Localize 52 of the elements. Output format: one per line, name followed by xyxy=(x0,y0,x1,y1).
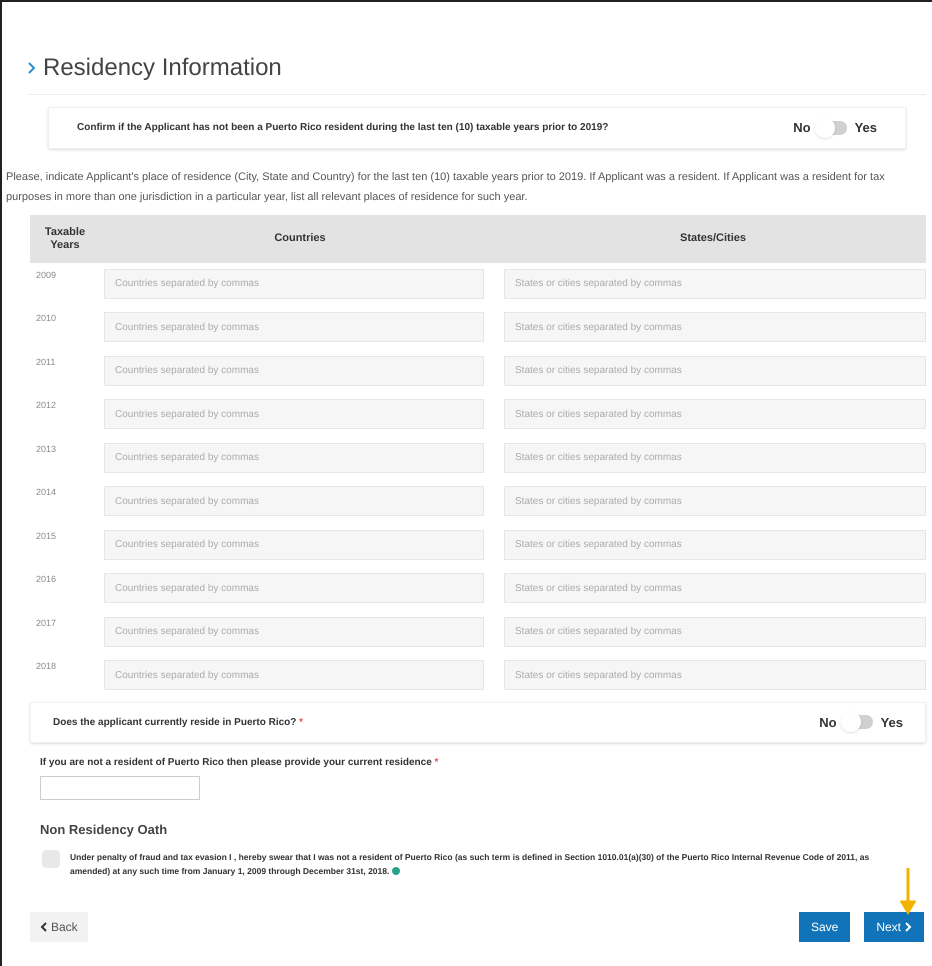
residence-field[interactable] xyxy=(40,776,200,800)
states-field[interactable]: States or cities separated by commas xyxy=(504,660,926,690)
year-cell-text: 2012 xyxy=(35,399,58,412)
states-field[interactable]: States or cities separated by commas xyxy=(504,530,926,560)
chevron-right-icon xyxy=(905,922,912,932)
info-icon xyxy=(392,867,400,876)
year-cell-text: 2015 xyxy=(35,530,58,542)
section-title: Residency Information xyxy=(43,53,282,83)
column-header: Taxable Years xyxy=(44,226,86,252)
states-field[interactable]: States or cities separated by commas xyxy=(504,268,926,298)
countries-field[interactable]: Countries separated by commas xyxy=(104,442,484,472)
column-header: Countries xyxy=(273,231,327,246)
countries-field[interactable]: Countries separated by commas xyxy=(104,486,484,516)
countries-field[interactable]: Countries separated by commas xyxy=(104,268,484,298)
chevron-left-icon xyxy=(40,922,47,932)
countries-field[interactable]: Countries separated by commas xyxy=(104,399,484,429)
instructions-text: Please, indicate Applicant's place of residence (City, State and Country) for the last ten (10) taxable years prior to 2019. If Applicant was a resident. If Applicant was a resident for tax purposes in more than one jurisdiction in a particular year, list all relevant places of residence for such year. xyxy=(6,170,886,204)
countries-field[interactable]: Countries separated by commas xyxy=(104,616,484,646)
year-cell-text: 2011 xyxy=(35,356,56,368)
no-label: No xyxy=(819,714,837,732)
yes-label: Yes xyxy=(854,119,877,137)
year-cell-text: 2009 xyxy=(35,268,58,282)
chevron-icon xyxy=(28,62,35,74)
year-cell-text: 2010 xyxy=(35,312,58,325)
column-header: States/Cities xyxy=(678,231,748,246)
year-cell-text: 2018 xyxy=(35,660,58,673)
save-button[interactable]: Save xyxy=(798,912,850,942)
question-label: Confirm if the Applicant has not been a Puerto Rico resident during the last ten (10) taxable years prior to 2019? xyxy=(77,121,608,136)
next-button[interactable]: Next xyxy=(864,912,924,942)
oath-text: Under penalty of fraud and tax evasion I , hereby swear that I was not a resident of Puerto Rico (as such term is defined in Section 1010.01(a)(30) of the Puerto Rico Internal Revenue Code of 2011, as amended) at any such time from January 1, 2009 through December 31st, 2018. xyxy=(70,850,870,878)
states-field[interactable]: States or cities separated by commas xyxy=(504,312,926,342)
countries-field[interactable]: Countries separated by commas xyxy=(104,573,484,603)
oath-heading: Non Residency Oath xyxy=(40,821,168,839)
back-button[interactable]: Back xyxy=(30,912,88,942)
no-label: No xyxy=(793,119,811,137)
countries-field[interactable]: Countries separated by commas xyxy=(104,660,484,690)
year-cell-text: 2014 xyxy=(35,486,58,499)
year-cell-text: 2017 xyxy=(35,616,58,630)
question-label: Does the applicant currently reside in Puerto Rico? * xyxy=(53,716,304,730)
yes-label: Yes xyxy=(880,714,903,732)
states-field[interactable]: States or cities separated by commas xyxy=(504,573,926,603)
countries-field[interactable]: Countries separated by commas xyxy=(104,312,484,342)
states-field[interactable]: States or cities separated by commas xyxy=(504,442,926,472)
states-field[interactable]: States or cities separated by commas xyxy=(504,399,926,429)
states-field[interactable]: States or cities separated by commas xyxy=(504,356,926,386)
year-cell-text: 2013 xyxy=(35,442,58,456)
countries-field[interactable]: Countries separated by commas xyxy=(104,356,484,386)
year-cell-text: 2016 xyxy=(35,573,58,586)
states-field[interactable]: States or cities separated by commas xyxy=(504,486,926,516)
field-label: If you are not a resident of Puerto Rico then please provide your current residence * xyxy=(40,756,440,770)
countries-field[interactable]: Countries separated by commas xyxy=(104,530,484,560)
states-field[interactable]: States or cities separated by commas xyxy=(504,616,926,646)
